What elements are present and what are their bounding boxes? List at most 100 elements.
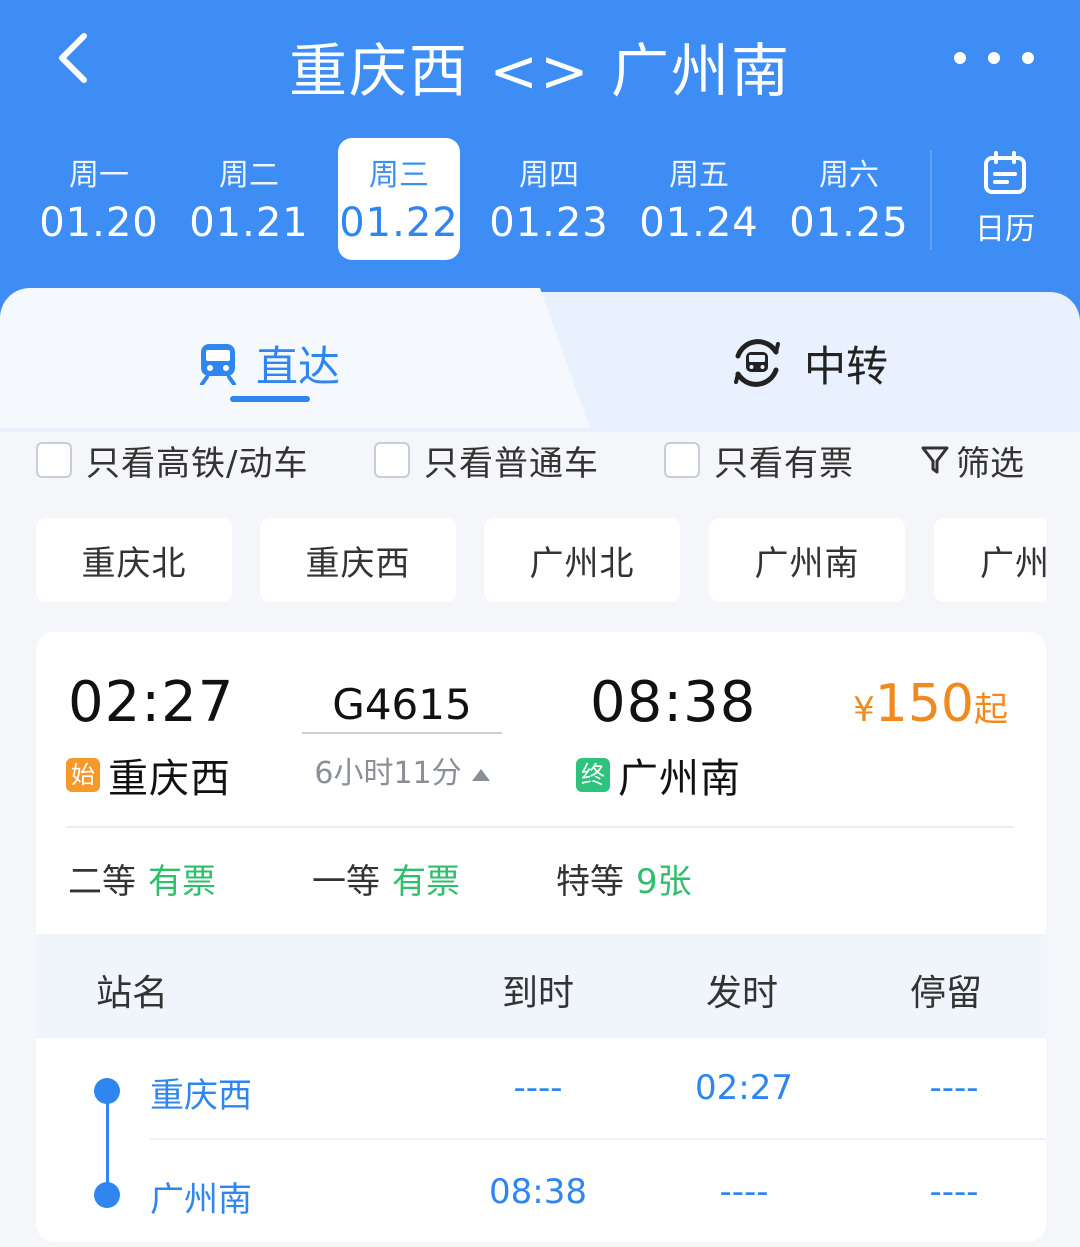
station-chips: 重庆北 重庆西 广州北 广州南 广州 [36, 518, 1046, 602]
station-chip[interactable]: 重庆北 [36, 518, 232, 602]
filter-normal-only[interactable]: 只看普通车 [374, 430, 599, 490]
stop-dot-icon [94, 1078, 120, 1104]
seat-availability: 二等 有票 一等 有票 特等 9张 [36, 854, 1046, 906]
triangle-up-icon [471, 768, 490, 781]
tab-direct-label: 直达 [256, 341, 341, 391]
seat-second-class[interactable]: 二等 有票 [68, 854, 216, 903]
stop-depart: ---- [719, 1172, 769, 1212]
date-item[interactable]: 周二 01.21 [174, 140, 324, 260]
date-item[interactable]: 周六 01.25 [774, 140, 924, 260]
tab-direct[interactable]: 直达 [198, 318, 340, 408]
price-suffix: 起 [974, 690, 1008, 730]
date-value: 01.21 [189, 200, 309, 246]
arrival-station: 终 广州南 [576, 746, 741, 804]
departure-time: 02:27 [68, 670, 235, 735]
date-value: 01.24 [639, 200, 759, 246]
calendar-button[interactable]: 日历 [960, 150, 1050, 250]
header-depart: 发时 [706, 973, 779, 1014]
more-dots-icon [954, 52, 966, 64]
checkbox[interactable] [36, 442, 72, 478]
stop-stay: ---- [929, 1068, 979, 1108]
header-stay: 停留 [910, 973, 983, 1014]
table-row: 广州南 08:38 ---- ---- [36, 1142, 1046, 1242]
seat-class: 二等 [68, 862, 136, 902]
seat-premium-class[interactable]: 特等 9张 [556, 854, 692, 903]
seat-class: 特等 [556, 862, 624, 902]
price-value: 150 [874, 674, 974, 734]
header-station: 站名 [96, 973, 169, 1014]
checkbox[interactable] [374, 442, 410, 478]
screen-label: 筛选 [956, 443, 1024, 484]
station-chip[interactable]: 广州北 [484, 518, 680, 602]
seat-first-class[interactable]: 一等 有票 [312, 854, 460, 903]
stop-station-name[interactable]: 广州南 [150, 1172, 252, 1221]
date-value: 01.22 [339, 200, 459, 246]
price-currency: ¥ [853, 690, 875, 730]
date-value: 01.23 [489, 200, 609, 246]
duration-toggle[interactable]: 6小时11分 [302, 748, 502, 792]
end-badge: 终 [576, 758, 610, 792]
date-weekday: 周三 [369, 158, 429, 193]
checkbox[interactable] [664, 442, 700, 478]
date-item[interactable]: 周五 01.24 [624, 140, 774, 260]
station-chip[interactable]: 重庆西 [260, 518, 456, 602]
duration-line [302, 732, 502, 734]
date-item-selected[interactable]: 周三 01.22 [324, 138, 474, 260]
top-header: 重庆西 <> 广州南 周一 01.20 周二 01.21 周三 01.22 周四… [0, 0, 1080, 320]
route-type-tabs: 直达 中转 [0, 288, 1080, 432]
more-button[interactable] [954, 40, 1034, 76]
train-icon [200, 344, 236, 385]
divider [66, 826, 1014, 828]
stop-table-header: 站名 到时 发时 停留 [36, 934, 1046, 1038]
date-value: 01.20 [39, 200, 159, 246]
divider [930, 150, 932, 250]
price: ¥150起 [853, 674, 1008, 734]
route-title: 重庆西 <> 广州南 [288, 37, 792, 105]
stop-station-name[interactable]: 重庆西 [150, 1068, 252, 1117]
date-weekday: 周二 [219, 158, 279, 193]
filter-high-speed-only[interactable]: 只看高铁/动车 [36, 430, 308, 490]
date-value: 01.25 [789, 200, 909, 246]
seat-status: 9张 [636, 862, 692, 902]
filter-bar: 只看高铁/动车 只看普通车 只看有票 筛选 [0, 430, 1080, 490]
seat-status: 有票 [148, 862, 216, 902]
date-item[interactable]: 周一 01.20 [24, 140, 174, 260]
table-row: 重庆西 ---- 02:27 ---- [36, 1038, 1046, 1142]
duration-text: 6小时11分 [314, 756, 462, 791]
departure-station-name: 重庆西 [108, 756, 231, 802]
date-weekday: 周一 [69, 158, 129, 193]
calendar-label: 日历 [975, 212, 1035, 247]
start-badge: 始 [66, 758, 100, 792]
screen-button[interactable]: 筛选 [920, 430, 1024, 490]
tab-transfer-label: 中转 [804, 341, 889, 391]
seat-status: 有票 [392, 862, 460, 902]
filter-label: 只看普通车 [424, 443, 599, 484]
stop-depart: 02:27 [695, 1068, 793, 1108]
station-chip[interactable]: 广州南 [709, 518, 905, 602]
header-arrive: 到时 [502, 973, 575, 1014]
filter-available-only[interactable]: 只看有票 [664, 430, 854, 490]
filter-label: 只看有票 [714, 443, 854, 484]
divider [150, 1138, 1046, 1140]
arrival-time: 08:38 [590, 670, 757, 735]
arrival-station-name: 广州南 [618, 756, 741, 802]
tab-transfer[interactable]: 中转 [728, 318, 888, 408]
departure-station: 始 重庆西 [66, 746, 231, 804]
calendar-icon [984, 151, 1026, 194]
train-number: G4615 [332, 680, 472, 729]
seat-class: 一等 [312, 862, 380, 902]
active-tab-indicator [230, 396, 310, 402]
date-item[interactable]: 周四 01.23 [474, 140, 624, 260]
stop-arrive: 08:38 [489, 1172, 587, 1212]
stop-arrive: ---- [513, 1068, 563, 1108]
stop-stay: ---- [929, 1172, 979, 1212]
date-weekday: 周五 [669, 158, 729, 193]
date-weekday: 周六 [819, 158, 879, 193]
funnel-icon [921, 446, 949, 474]
date-strip: 周一 01.20 周二 01.21 周三 01.22 周四 01.23 周五 0… [24, 138, 924, 260]
station-chip[interactable]: 广州 [934, 518, 1046, 602]
train-card[interactable]: 02:27 G4615 6小时11分 08:38 ¥150起 始 重庆西 终 广… [36, 632, 1046, 1242]
stop-dot-icon [94, 1182, 120, 1208]
date-weekday: 周四 [519, 158, 579, 193]
filter-label: 只看高铁/动车 [86, 443, 309, 484]
